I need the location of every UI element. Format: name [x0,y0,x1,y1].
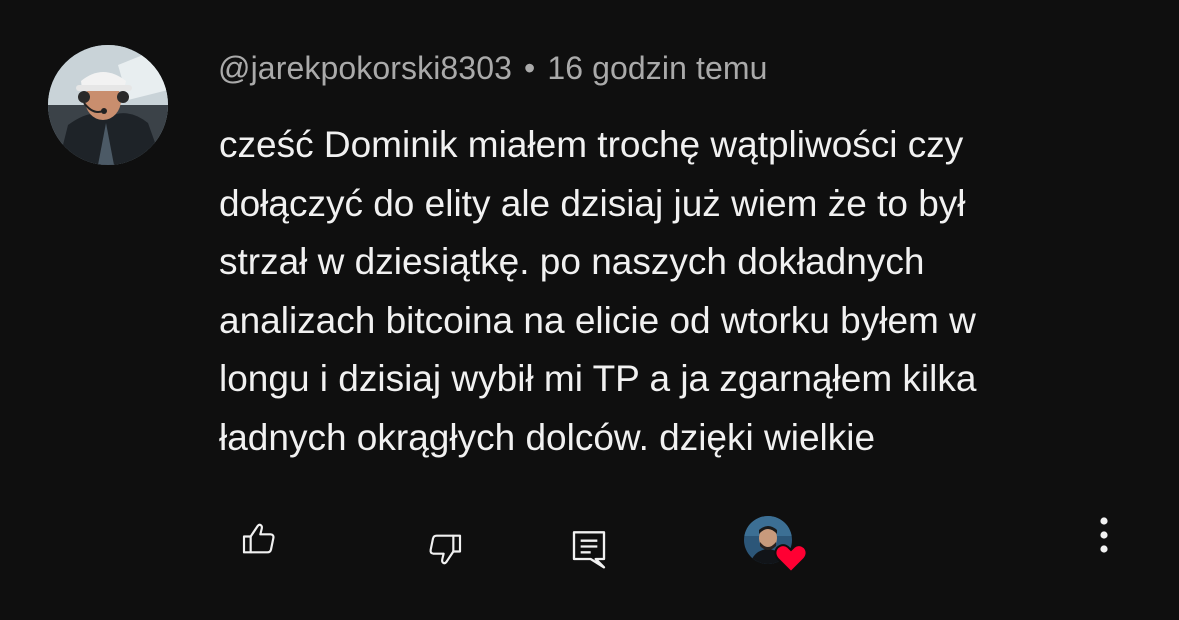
more-vertical-icon [1100,517,1108,553]
heart-icon [774,544,808,574]
author-avatar[interactable] [48,45,168,165]
comment-text-line: ładnych okrągłych dolców. dzięki wielkie [219,416,876,458]
dislike-button[interactable] [418,522,472,576]
more-options-button[interactable] [1084,512,1124,558]
comment-header: @jarekpokorski8303 • 16 godzin temu [218,50,768,87]
reply-button[interactable] [562,522,616,576]
thumb-down-icon [429,534,462,565]
like-button[interactable] [232,512,286,566]
comment-text: cześć Dominik miałem trochę wątpliwości … [219,116,1139,467]
comment-icon [572,531,606,569]
comment-timestamp[interactable]: 16 godzin temu [547,50,767,86]
creator-heart-badge [742,514,808,574]
comment-text-line: dołączyć do elity ale dzisiaj już wiem ż… [219,182,966,224]
comment-text-line: cześć Dominik miałem trochę wątpliwości … [219,124,964,165]
thumb-up-icon [242,523,275,554]
author-handle[interactable]: @jarekpokorski8303 [218,50,512,86]
comment: @jarekpokorski8303 • 16 godzin temu cześć … [0,0,1179,620]
comment-text-line: strzał w dziesiątkę. po naszych dokładny… [219,241,925,282]
comment-text-line: analizach bitcoina na elicie od wtorku b… [219,299,976,341]
comment-text-line: longu i dzisiaj wybił mi TP a ja zgarnął… [219,358,977,399]
separator-dot: • [524,50,536,86]
